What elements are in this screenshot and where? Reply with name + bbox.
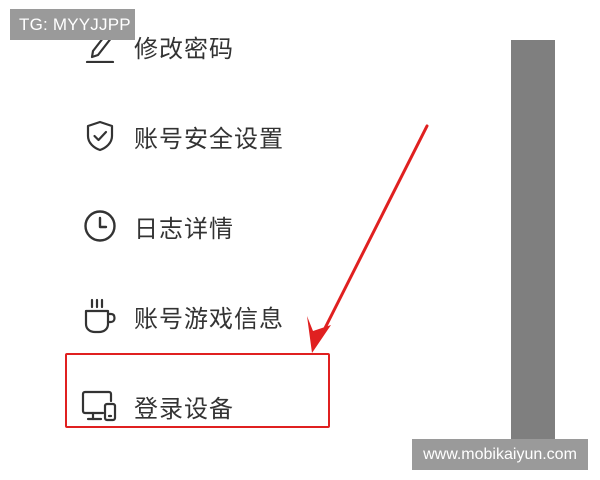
screenshot-stage: 修改密码 账号安全设置 日志详情 账号游戏信息 登录设备 TG: MYYJJPP…	[0, 0, 600, 480]
menu-item-label: 账号游戏信息	[134, 304, 284, 333]
menu-item-log-details[interactable]: 日志详情	[80, 201, 380, 251]
clock-icon	[80, 206, 120, 246]
devices-icon	[80, 386, 120, 426]
menu-item-login-devices[interactable]: 登录设备	[80, 381, 380, 431]
side-panel	[511, 40, 555, 440]
menu-item-label: 登录设备	[134, 394, 234, 423]
menu-item-account-game-info[interactable]: 账号游戏信息	[80, 291, 380, 341]
menu-item-account-security[interactable]: 账号安全设置	[80, 111, 380, 161]
steaming-cup-icon	[80, 296, 120, 336]
watermark-bottom-right: www.mobikaiyun.com	[412, 439, 588, 470]
menu-item-label: 日志详情	[134, 214, 234, 243]
shield-check-icon	[80, 116, 120, 156]
menu-item-label: 修改密码	[134, 34, 234, 63]
watermark-top-left: TG: MYYJJPP	[10, 9, 135, 40]
menu-item-label: 账号安全设置	[134, 124, 284, 153]
